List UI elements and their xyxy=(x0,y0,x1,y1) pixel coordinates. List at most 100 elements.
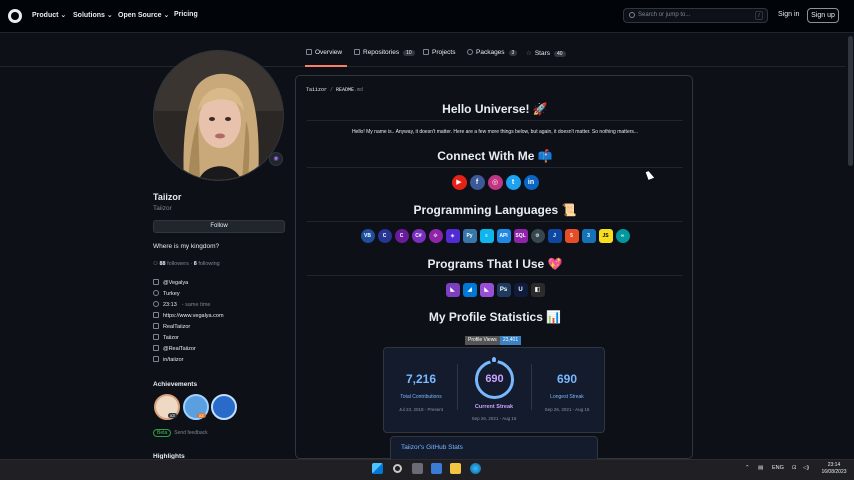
avatar[interactable] xyxy=(153,50,284,181)
search-input[interactable]: Search or jump to... / xyxy=(623,8,768,23)
profile-social[interactable]: Taiizor xyxy=(153,334,179,341)
github-logo-icon[interactable] xyxy=(8,9,22,23)
longest-streak-dates: Sep 26, 2021 - Aug 16 xyxy=(544,407,590,412)
search-placeholder: Search or jump to... xyxy=(638,12,691,18)
tray-chevron-icon[interactable]: ⌃ xyxy=(745,465,750,471)
azure-icon[interactable]: ≡ xyxy=(479,229,494,243)
dotnet-icon[interactable]: ⟐ xyxy=(428,229,443,243)
table-icon xyxy=(423,49,429,55)
file-explorer-icon[interactable] xyxy=(450,463,461,474)
vscode-icon[interactable]: ◢ xyxy=(462,283,477,297)
achievement-badge-3[interactable] xyxy=(211,394,237,420)
breadcrumb-separator: / xyxy=(327,87,337,93)
youtube-icon[interactable]: ▶ xyxy=(451,175,467,190)
tab-stars-label: Stars xyxy=(534,50,550,57)
language-indicator[interactable]: ENG xyxy=(772,465,784,471)
html5-icon[interactable]: 5 xyxy=(564,229,579,243)
beta-feedback[interactable]: Beta Send feedback xyxy=(153,429,208,437)
task-view-icon[interactable] xyxy=(412,463,423,474)
social-icon xyxy=(153,334,159,340)
twitter-small-icon xyxy=(153,345,159,351)
total-contributions-value: 7,216 xyxy=(405,372,437,386)
tab-packages[interactable]: Packages 3 xyxy=(467,49,518,56)
signin-link[interactable]: Sign in xyxy=(778,11,799,18)
total-contributions-label: Total Contributions xyxy=(400,394,442,400)
profile-facebook[interactable]: RealTaiizor xyxy=(153,323,190,330)
csharp-icon[interactable]: C# xyxy=(411,229,426,243)
total-contributions-dates: Jul 23, 2018 - Present xyxy=(398,407,444,412)
time-note: - same time xyxy=(181,302,211,308)
visual-studio-preview-icon[interactable]: ◣ xyxy=(479,283,494,297)
follow-button[interactable]: Follow xyxy=(153,220,285,233)
javascript-icon[interactable]: JS xyxy=(598,229,613,243)
linkedin-icon[interactable]: in xyxy=(523,175,539,190)
social-icons-row: ▶ f ◎ t in xyxy=(307,175,683,190)
unreal-icon[interactable]: U xyxy=(513,283,528,297)
widgets-icon[interactable] xyxy=(431,463,442,474)
tab-projects-label: Projects xyxy=(432,49,456,56)
readme-heading-programs: Programs That I Use 💖 xyxy=(427,257,563,271)
tab-projects[interactable]: Projects xyxy=(423,49,455,56)
readme-breadcrumb[interactable]: Taiizor / README.md xyxy=(306,87,363,93)
profile-website[interactable]: https://www.vegalya.com xyxy=(153,312,224,319)
rust-icon[interactable]: ⚙ xyxy=(530,229,545,243)
scrollbar-thumb[interactable] xyxy=(848,36,853,166)
linkedin-text: in/taiizor xyxy=(163,357,184,363)
readme-intro: Hello! My name is.. Anyway, it doesn't m… xyxy=(351,129,639,135)
css3-icon[interactable]: 3 xyxy=(581,229,596,243)
photoshop-icon[interactable]: Ps xyxy=(496,283,511,297)
book-icon xyxy=(306,49,312,55)
following-count: 8 xyxy=(193,261,197,267)
breadcrumb-ext: .md xyxy=(354,87,364,93)
python-icon[interactable]: Py xyxy=(462,229,477,243)
facebook-small-icon xyxy=(153,323,159,329)
followers-count: 88 xyxy=(159,261,166,267)
tab-stars[interactable]: ☆ Stars 40 xyxy=(526,49,566,57)
clock-date: 16/08/2023 xyxy=(821,469,847,475)
tab-overview-label: Overview xyxy=(315,49,343,56)
sql-icon[interactable]: SQL xyxy=(513,229,528,243)
twitter-icon[interactable]: t xyxy=(505,175,521,190)
tray-app-icon[interactable]: ▤ xyxy=(758,465,763,471)
longest-streak-label: Longest Streak xyxy=(550,394,584,400)
visual-studio-icon[interactable]: ◣ xyxy=(445,283,460,297)
nav-open-source[interactable]: Open Source ⌄ xyxy=(118,11,169,19)
vbnet-icon[interactable]: VB xyxy=(360,229,375,243)
profile-views-label: Profile Views xyxy=(465,336,500,345)
profile-twitter[interactable]: @RealTaiizor xyxy=(153,345,196,352)
nav-pricing[interactable]: Pricing xyxy=(174,11,198,18)
followers-link[interactable]: 88 followers xyxy=(159,261,188,267)
following-link[interactable]: 8 following xyxy=(194,261,220,267)
status-emoji-icon[interactable]: ◉ xyxy=(269,152,283,166)
signup-button[interactable]: Sign up xyxy=(807,8,839,23)
language-icons-row: VB C C C# ⟐ ◈ Py ≡ API SQL ⚙ J 5 3 JS ∞ xyxy=(307,229,683,243)
followers-label: followers xyxy=(167,261,189,267)
search-taskbar-icon[interactable] xyxy=(393,464,402,473)
profile-org[interactable]: @Vegalya xyxy=(153,279,188,286)
c-icon[interactable]: C xyxy=(377,229,392,243)
nav-solutions[interactable]: Solutions ⌄ xyxy=(73,11,113,19)
following-label: following xyxy=(198,261,220,267)
send-feedback-link: Send feedback xyxy=(174,430,208,436)
tab-overview[interactable]: Overview xyxy=(306,49,342,56)
api-icon[interactable]: API xyxy=(496,229,511,243)
unity-icon[interactable]: ◧ xyxy=(530,283,545,297)
instagram-icon[interactable]: ◎ xyxy=(487,175,503,190)
profile-linkedin[interactable]: in/taiizor xyxy=(153,356,183,363)
network-icon[interactable]: ⊡ xyxy=(792,465,797,471)
search-icon xyxy=(629,12,635,18)
taskbar-clock[interactable]: 23:14 16/08/2023 xyxy=(818,462,850,476)
arduino-icon[interactable]: ∞ xyxy=(615,229,630,243)
twitter-text: @RealTaiizor xyxy=(163,346,196,352)
volume-icon[interactable]: ◁) xyxy=(803,465,809,471)
kotlin-icon[interactable]: ◈ xyxy=(445,229,460,243)
java-icon[interactable]: J xyxy=(547,229,562,243)
start-icon[interactable] xyxy=(372,463,383,474)
tab-repositories[interactable]: Repositories 10 xyxy=(354,49,415,56)
facebook-icon[interactable]: f xyxy=(469,175,485,190)
nav-product[interactable]: Product ⌄ xyxy=(32,11,66,19)
edge-icon[interactable] xyxy=(470,463,481,474)
nav-open-source-label: Open Source xyxy=(118,12,162,19)
org-text: @Vegalya xyxy=(163,280,189,286)
cpp-icon[interactable]: C xyxy=(394,229,409,243)
